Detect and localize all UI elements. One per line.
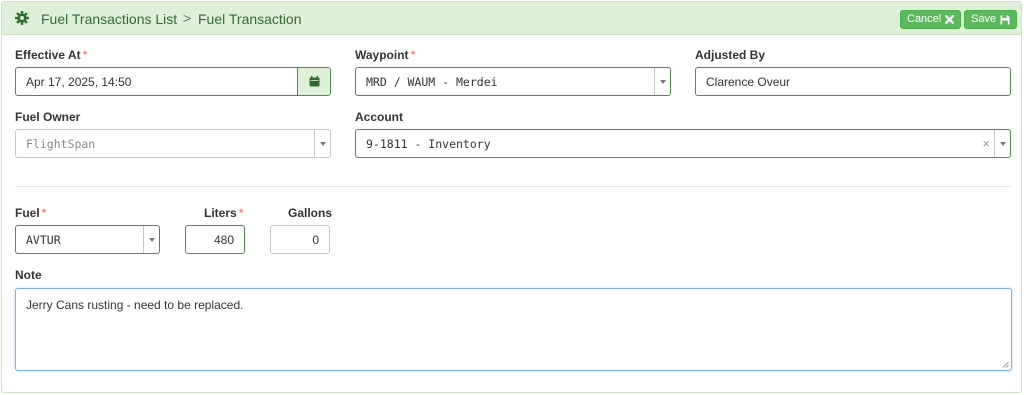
- waypoint-value: MRD / WAUM - Merdei: [366, 75, 498, 89]
- clear-selection-icon[interactable]: ×: [982, 137, 990, 150]
- waypoint-select[interactable]: MRD / WAUM - Merdei: [355, 67, 671, 96]
- floppy-disk-icon: [1000, 15, 1010, 24]
- waypoint-dropdown-toggle[interactable]: [654, 68, 670, 95]
- panel-header: Fuel Transactions List > Fuel Transactio…: [2, 2, 1021, 35]
- date-picker-button[interactable]: [297, 68, 330, 95]
- fuel-select[interactable]: AVTUR: [15, 225, 160, 254]
- gallons-input[interactable]: 0: [270, 225, 330, 254]
- account-dropdown-toggle[interactable]: [994, 130, 1010, 157]
- close-icon: [945, 15, 955, 24]
- waypoint-label-text: Waypoint: [355, 48, 409, 62]
- section-divider: [15, 186, 1011, 187]
- adjusted-by-value: Clarence Oveur: [706, 75, 791, 89]
- chevron-down-icon: [660, 80, 666, 84]
- effective-at-field[interactable]: Apr 17, 2025, 14:50: [15, 67, 331, 96]
- required-asterisk: *: [238, 206, 244, 220]
- fuel-dropdown-toggle[interactable]: [143, 226, 159, 253]
- liters-label-text: Liters: [204, 206, 237, 220]
- fuel-owner-label: Fuel Owner: [15, 110, 81, 124]
- effective-at-value: Apr 17, 2025, 14:50: [26, 75, 132, 89]
- account-select[interactable]: 9-1811 - Inventory ×: [355, 129, 1011, 158]
- note-label: Note: [15, 268, 42, 282]
- waypoint-label: Waypoint *: [355, 48, 415, 62]
- calendar-icon: [309, 76, 320, 87]
- required-asterisk: *: [82, 48, 88, 62]
- save-button[interactable]: Save: [964, 10, 1018, 29]
- liters-input[interactable]: 480: [185, 225, 245, 254]
- cancel-button[interactable]: Cancel: [900, 10, 962, 29]
- breadcrumb-separator: >: [183, 10, 192, 26]
- effective-at-label-text: Effective At: [15, 48, 81, 62]
- liters-value: 480: [213, 233, 234, 247]
- account-value: 9-1811 - Inventory: [366, 137, 491, 151]
- note-value: Jerry Cans rusting - need to be replaced…: [26, 298, 244, 312]
- fuel-owner-value: FlightSpan: [26, 137, 96, 151]
- gallons-value: 0: [312, 233, 319, 247]
- note-textarea[interactable]: Jerry Cans rusting - need to be replaced…: [15, 288, 1012, 371]
- adjusted-by-label: Adjusted By: [695, 48, 766, 62]
- cancel-button-label: Cancel: [907, 13, 942, 25]
- fuel-label: Fuel *: [15, 206, 46, 220]
- fuel-label-text: Fuel: [15, 206, 40, 220]
- fuel-value: AVTUR: [26, 233, 61, 247]
- breadcrumb-current: Fuel Transaction: [198, 11, 302, 27]
- save-button-label: Save: [971, 13, 997, 25]
- resize-handle-icon[interactable]: [1002, 361, 1009, 368]
- required-asterisk: *: [410, 48, 416, 62]
- gear-icon: [15, 11, 29, 25]
- chevron-down-icon: [149, 238, 155, 242]
- fuel-transaction-panel: Fuel Transactions List > Fuel Transactio…: [1, 1, 1022, 393]
- liters-label: Liters *: [204, 206, 243, 220]
- chevron-down-icon: [320, 142, 326, 146]
- fuel-owner-dropdown-toggle[interactable]: [314, 130, 330, 157]
- account-label: Account: [355, 110, 403, 124]
- required-asterisk: *: [41, 206, 47, 220]
- adjusted-by-field[interactable]: Clarence Oveur: [695, 67, 1011, 96]
- gallons-label: Gallons: [288, 206, 333, 220]
- breadcrumb-parent-link[interactable]: Fuel Transactions List: [41, 11, 177, 27]
- fuel-owner-select[interactable]: FlightSpan: [15, 129, 331, 158]
- chevron-down-icon: [1000, 142, 1006, 146]
- effective-at-label: Effective At *: [15, 48, 87, 62]
